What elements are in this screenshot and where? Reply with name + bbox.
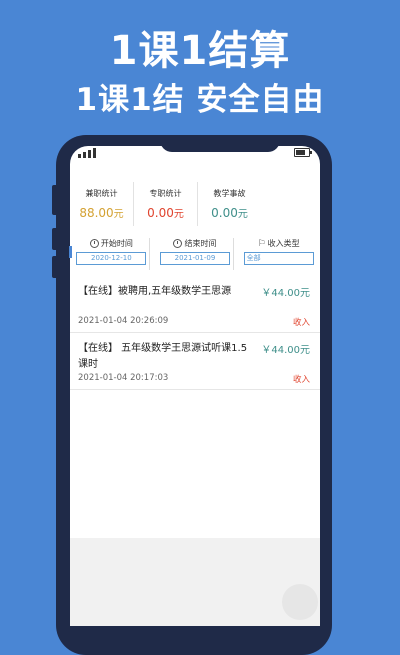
record-time: 2021-01-04 20:17:03 [78,373,169,383]
bottom-area [70,538,320,626]
stat-amount: 88.00 [79,206,114,220]
stat-unit: 元 [237,209,248,220]
phone-side-button [52,185,58,215]
record-list: 【在线】被聘用,五年级数学王思源 ￥44.00元 2021-01-04 20:2… [70,276,320,390]
clock-icon [89,239,99,248]
stat-label: 专职统计 [149,189,182,198]
clock-icon [173,239,183,248]
stat-label: 兼职统计 [85,189,118,198]
filter-end-date[interactable]: 结束时间 2021-01-09 [157,238,234,270]
filter-label: 开始时间 [100,239,133,248]
stat-parttime[interactable]: 兼职统计 88.00元 [70,182,134,226]
stats-bar: 兼职统计 88.00元 专职统计 0.00元 教学事故 0.00元 [70,182,320,226]
app-screen: 兼职统计 88.00元 专职统计 0.00元 教学事故 0.00元 开始时间 2… [70,146,320,626]
filter-label: 收入类型 [267,239,300,248]
stat-fulltime[interactable]: 专职统计 0.00元 [134,182,198,226]
end-date-field[interactable]: 2021-01-09 [159,252,230,265]
filter-income-type[interactable]: ⚐ 收入类型 全部 [241,238,317,270]
record-type: 收入 [292,318,310,328]
list-item[interactable]: 【在线】 五年级数学王思源试听课1.5课时 ￥44.00元 2021-01-04… [70,333,320,390]
record-title: 【在线】 五年级数学王思源试听课1.5课时 [78,343,248,370]
filter-bar: 开始时间 2020-12-10 结束时间 2021-01-09 ⚐ 收入类型 全部 [70,238,320,270]
signal-icon [78,148,96,158]
record-time: 2021-01-04 20:26:09 [78,316,169,326]
battery-icon [294,148,312,157]
flag-icon: ⚐ [257,238,266,249]
record-type: 收入 [292,375,310,385]
stat-unit: 元 [173,209,184,220]
income-type-select[interactable]: 全部 [243,252,314,265]
record-amount: ￥44.00元 [261,345,310,356]
stat-unit: 元 [113,209,124,220]
filter-start-date[interactable]: 开始时间 2020-12-10 [73,238,151,270]
record-title: 【在线】被聘用,五年级数学王思源 [78,286,232,297]
record-amount: ￥44.00元 [261,288,310,299]
stat-label: 教学事故 [213,189,246,198]
phone-side-button [52,256,58,278]
start-date-field[interactable]: 2020-12-10 [76,252,147,265]
stat-amount: 0.00 [147,206,174,220]
list-item[interactable]: 【在线】被聘用,五年级数学王思源 ￥44.00元 2021-01-04 20:2… [70,276,320,333]
promo-headline: 1课1结算 [109,28,291,74]
stat-amount: 0.00 [211,206,238,220]
scroll-indicator [69,246,72,258]
phone-side-button [52,228,58,250]
filter-label: 结束时间 [184,239,217,248]
promo-subheadline: 1课1结 安全自由 [75,82,325,118]
stat-incident[interactable]: 教学事故 0.00元 [198,182,261,226]
floating-home-button[interactable] [282,584,318,620]
phone-notch [160,138,280,152]
